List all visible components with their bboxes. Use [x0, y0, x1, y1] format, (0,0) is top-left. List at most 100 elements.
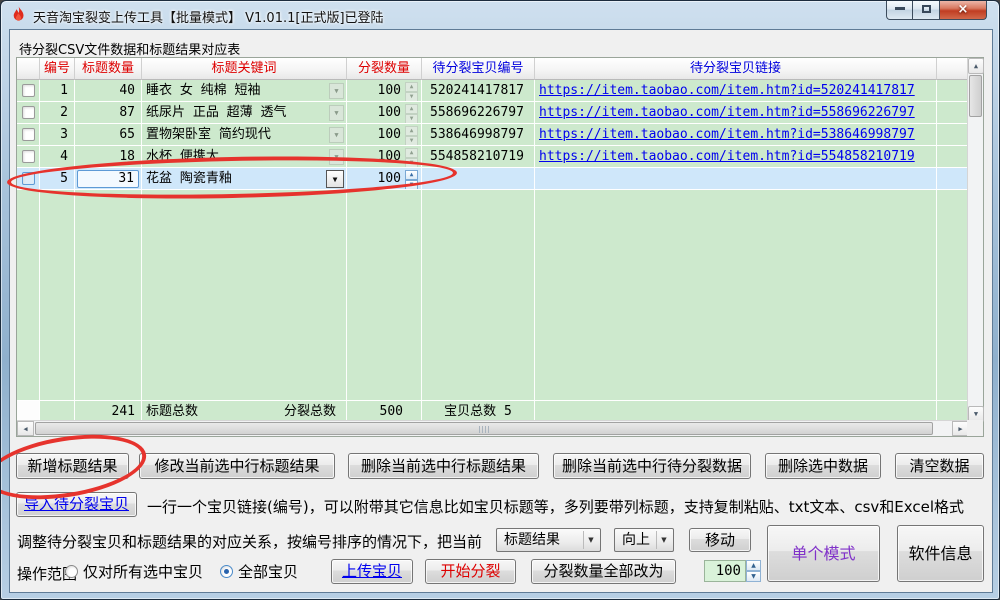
- radio-selected-only[interactable]: 仅对所有选中宝贝: [65, 561, 203, 582]
- header-item-id[interactable]: 待分裂宝贝编号: [422, 58, 535, 80]
- split-total-label: 分裂总数: [284, 401, 336, 422]
- header-split-count[interactable]: 分裂数量: [347, 58, 422, 80]
- split-count-stepper[interactable]: ▲▼: [405, 104, 418, 122]
- horizontal-scroll-thumb[interactable]: [35, 422, 933, 435]
- table-row[interactable]: 1 40 睡衣 女 纯棉 短袖▼ 100▲▼ 520241417817 http…: [17, 80, 983, 102]
- modify-selected-title-button[interactable]: 修改当前选中行标题结果: [139, 453, 335, 479]
- split-count-stepper[interactable]: ▲▼: [405, 82, 418, 100]
- cell-keywords: 置物架卧室 简约现代: [146, 124, 329, 145]
- cell-title-count: 87: [75, 102, 142, 124]
- move-button[interactable]: 移动: [689, 528, 751, 552]
- cell-item-id: 558696226797: [422, 102, 535, 124]
- cell-keywords: 水杯 便携大: [146, 146, 329, 167]
- header-link[interactable]: 待分裂宝贝链接: [535, 58, 937, 80]
- upload-items-button[interactable]: 上传宝贝: [331, 559, 413, 584]
- title-count-edit-field[interactable]: 31: [77, 170, 139, 188]
- app-window: 天音淘宝裂变上传工具【批量模式】 V1.01.1[正式版]已登陆 × 待分裂CS…: [0, 0, 1000, 600]
- clear-data-button[interactable]: 清空数据: [895, 453, 984, 479]
- horizontal-scrollbar[interactable]: ◀ ▶: [17, 420, 969, 436]
- table-row[interactable]: 3 65 置物架卧室 简约现代▼ 100▲▼ 538646998797 http…: [17, 124, 983, 146]
- cell-num: 2: [40, 102, 75, 124]
- vertical-scroll-thumb[interactable]: [969, 75, 982, 117]
- keyword-dropdown-icon[interactable]: ▼: [329, 83, 344, 99]
- maximize-button[interactable]: [913, 1, 940, 20]
- cell-item-id: 554858210719: [422, 146, 535, 168]
- split-count-stepper[interactable]: ▲▼: [405, 126, 418, 144]
- minimize-icon: [895, 7, 905, 10]
- minimize-button[interactable]: [886, 1, 913, 20]
- import-items-button[interactable]: 导入待分裂宝贝: [16, 492, 137, 517]
- keyword-dropdown-icon[interactable]: ▼: [329, 127, 344, 143]
- item-link[interactable]: https://item.taobao.com/item.htm?id=5548…: [539, 149, 915, 164]
- table-row[interactable]: 2 87 纸尿片 正品 超薄 透气▼ 100▲▼ 558696226797 ht…: [17, 102, 983, 124]
- table-row-selected[interactable]: 5 31 花盆 陶瓷青釉▼ 100▲▼: [17, 168, 983, 190]
- row-checkbox[interactable]: [22, 106, 35, 119]
- row-checkbox[interactable]: [22, 150, 35, 163]
- cell-keywords: 纸尿片 正品 超薄 透气: [146, 102, 329, 123]
- cell-split-count: 100: [378, 146, 401, 167]
- single-mode-button[interactable]: 单个模式: [767, 525, 880, 582]
- table-row[interactable]: 4 18 水杯 便携大▼ 100▲▼ 554858210719 https://…: [17, 146, 983, 168]
- cell-title-count: 18: [75, 146, 142, 168]
- delete-selected-split-button[interactable]: 删除当前选中行待分裂数据: [553, 453, 751, 479]
- cell-item-id: 538646998797: [422, 124, 535, 146]
- split-count-stepper[interactable]: ▲▼: [405, 148, 418, 166]
- cell-split-count: 100: [378, 168, 401, 189]
- import-hint-text: 一行一个宝贝链接(编号)，可以附带其它信息比如宝贝标题等，多列要带列标题，支持复…: [147, 496, 964, 517]
- row-checkbox[interactable]: [22, 128, 35, 141]
- cell-split-count: 100: [378, 80, 401, 101]
- scroll-left-icon[interactable]: ◀: [17, 421, 34, 436]
- add-title-result-button[interactable]: 新增标题结果: [16, 453, 129, 479]
- split-data-table: 编号 标题数量 标题关键词 分裂数量 待分裂宝贝编号 待分裂宝贝链接 1 40 …: [16, 57, 984, 437]
- window-controls: ×: [886, 1, 987, 20]
- row-checkbox[interactable]: [22, 84, 35, 97]
- split-count-stepper[interactable]: ▲▼: [405, 170, 418, 188]
- radio-icon: [65, 565, 78, 578]
- cell-split-count: 100: [378, 124, 401, 145]
- window-title: 天音淘宝裂变上传工具【批量模式】 V1.01.1[正式版]已登陆: [33, 7, 384, 26]
- cell-num: 5: [40, 168, 75, 190]
- cell-num: 1: [40, 80, 75, 102]
- delete-checked-button[interactable]: 删除选中数据: [765, 453, 881, 479]
- close-button[interactable]: ×: [940, 1, 987, 20]
- keyword-dropdown-icon[interactable]: ▼: [326, 170, 344, 188]
- keyword-dropdown-icon[interactable]: ▼: [329, 149, 344, 165]
- app-flame-icon: [10, 6, 27, 24]
- header-keywords[interactable]: 标题关键词: [142, 58, 347, 80]
- vertical-scrollbar[interactable]: ▲ ▼: [967, 58, 983, 422]
- radio-selected-icon: [220, 565, 233, 578]
- totals-row: 241 标题总数 分裂总数 500 宝贝总数 5: [17, 400, 983, 422]
- cell-split-count: 100: [378, 102, 401, 123]
- header-title-count[interactable]: 标题数量: [75, 58, 142, 80]
- cell-title-count: 40: [75, 80, 142, 102]
- target-select[interactable]: 标题结果 ▼: [496, 528, 601, 552]
- keyword-dropdown-icon[interactable]: ▼: [329, 105, 344, 121]
- item-link[interactable]: https://item.taobao.com/item.htm?id=5202…: [539, 83, 915, 98]
- header-extra-col: [937, 58, 969, 80]
- item-link[interactable]: https://item.taobao.com/item.htm?id=5586…: [539, 105, 915, 120]
- direction-select[interactable]: 向上 ▼: [614, 528, 674, 552]
- header-num[interactable]: 编号: [40, 58, 75, 80]
- radio-all-items[interactable]: 全部宝贝: [220, 561, 298, 582]
- item-total-label: 宝贝总数 5: [422, 400, 535, 422]
- software-info-button[interactable]: 软件信息: [897, 525, 984, 582]
- cell-num: 3: [40, 124, 75, 146]
- row-checkbox[interactable]: [22, 172, 35, 185]
- split-count-global-stepper[interactable]: ▲▼: [746, 560, 761, 582]
- change-all-split-count-button[interactable]: 分裂数量全部改为: [531, 559, 676, 584]
- maximize-icon: [922, 5, 931, 13]
- scroll-up-icon[interactable]: ▲: [968, 58, 984, 74]
- item-link[interactable]: https://item.taobao.com/item.htm?id=5386…: [539, 127, 915, 142]
- chevron-down-icon: ▼: [656, 531, 671, 549]
- header-checkbox-col: [17, 58, 40, 80]
- cell-item-id: [422, 168, 535, 190]
- start-split-button[interactable]: 开始分裂: [425, 559, 516, 584]
- title-bar[interactable]: 天音淘宝裂变上传工具【批量模式】 V1.01.1[正式版]已登陆 ×: [1, 1, 999, 29]
- cell-num: 4: [40, 146, 75, 168]
- chevron-down-icon: ▼: [583, 531, 598, 549]
- scrollbar-corner: [967, 420, 983, 436]
- split-count-input[interactable]: 100: [704, 560, 746, 582]
- table-caption: 待分裂CSV文件数据和标题结果对应表: [19, 39, 240, 58]
- cell-keywords: 睡衣 女 纯棉 短袖: [146, 80, 329, 101]
- delete-selected-title-button[interactable]: 删除当前选中行标题结果: [348, 453, 539, 479]
